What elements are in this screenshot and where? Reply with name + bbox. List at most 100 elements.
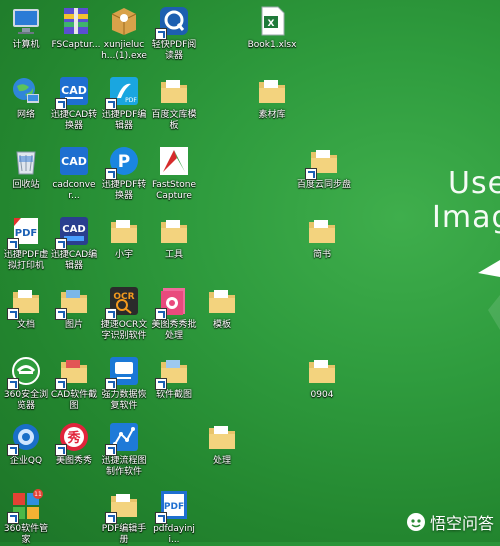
pdf-printer-desktop-icon[interactable]: PDF 迅捷PDF虚拟打印机 — [0, 214, 52, 272]
xiaoyu-folder-desktop-icon[interactable]: 小宇 — [98, 214, 150, 261]
browser360-desktop-icon[interactable]: 360安全浏览器 — [0, 354, 52, 412]
folder-0904-desktop-icon[interactable]: 0904 — [296, 354, 348, 401]
shortcut-arrow-icon — [55, 308, 67, 320]
svg-text:CAD: CAD — [62, 224, 85, 235]
icon-label: 工具 — [164, 250, 183, 260]
icon-label: xunjieluch...(1).exe — [101, 40, 147, 61]
manager360-desktop-icon[interactable]: 11 360软件管家 — [0, 488, 52, 546]
shortcut-arrow-icon — [155, 378, 167, 390]
qq-desktop-icon[interactable]: 企业QQ — [0, 420, 52, 467]
icon-label: 企业QQ — [9, 456, 43, 466]
icon-label: 模板 — [212, 320, 231, 330]
pdfdayin-desktop-icon[interactable]: PDF pdfdayinji... — [148, 488, 200, 546]
wallpaper-text-line2: Imag — [432, 200, 500, 235]
icon-label: 素材库 — [258, 110, 286, 120]
wendang-folder-desktop-icon[interactable]: 文档 — [0, 284, 52, 331]
desktop: Use Imag 计算机 网络 回收站 PDF 迅捷PDF虚拟打印机 文档 36… — [0, 0, 500, 545]
cad-editor-desktop-icon[interactable]: CAD 迅捷CAD编辑器 — [48, 214, 100, 272]
svg-text:CAD: CAD — [61, 84, 87, 97]
icon-label: 小宇 — [114, 250, 133, 260]
icon-label: 美图秀秀 — [55, 456, 92, 466]
shortcut-arrow-icon — [105, 308, 117, 320]
icon-label: FSCaptur... — [51, 40, 101, 50]
icon-label: 文档 — [16, 320, 35, 330]
icon-label: pdfdayinji... — [153, 524, 195, 545]
meitu-desktop-icon[interactable]: 秀 美图秀秀 — [48, 420, 100, 467]
icon-label: 图片 — [64, 320, 83, 330]
jianshu-folder-desktop-icon[interactable]: 简书 — [296, 214, 348, 261]
shortcut-arrow-icon — [305, 168, 317, 180]
software-screenshot-folder-desktop-icon[interactable]: 软件截图 — [148, 354, 200, 401]
shortcut-arrow-icon — [55, 98, 67, 110]
folder-icon — [209, 290, 235, 313]
moban-folder-desktop-icon[interactable]: 模板 — [196, 284, 248, 331]
meitu-batch-desktop-icon[interactable]: 美图秀秀批处理 — [148, 284, 200, 342]
folder-icon — [309, 220, 335, 243]
pdf-editor-desktop-icon[interactable]: PDF 迅捷PDF编辑器 — [98, 74, 150, 132]
cad-converter-desktop-icon[interactable]: CAD 迅捷CAD转换器 — [48, 74, 100, 132]
icon-label: 轻快PDF阅读器 — [151, 40, 197, 61]
wukong-logo-icon — [406, 513, 425, 531]
cadconver-desktop-icon[interactable]: CAD cadconver... — [48, 144, 100, 202]
cad-screenshot-folder-desktop-icon[interactable]: CAD软件截图 — [48, 354, 100, 412]
shortcut-arrow-icon — [155, 308, 167, 320]
svg-text:PDF: PDF — [125, 97, 137, 104]
shortcut-arrow-icon — [105, 512, 117, 524]
shortcut-arrow-icon — [7, 444, 19, 456]
xunjie-exe-desktop-icon[interactable]: xunjieluch...(1).exe — [98, 4, 150, 62]
sucaiku-folder-desktop-icon[interactable]: 素材库 — [246, 74, 298, 121]
icon-label: 捷速OCR文字识别软件 — [100, 320, 148, 341]
icon-label: 百度云同步盘 — [296, 180, 351, 190]
baidu-wenku-folder-desktop-icon[interactable]: 百度文库模板 — [148, 74, 200, 132]
wallpaper-arrow-shape — [478, 260, 500, 330]
shortcut-arrow-icon — [55, 238, 67, 250]
shortcut-arrow-icon — [105, 98, 117, 110]
fscapture-desktop-icon[interactable]: FSCaptur... — [50, 4, 102, 51]
installer-package-icon — [111, 8, 137, 35]
icon-label: 软件截图 — [155, 390, 192, 400]
network-globe-icon — [13, 78, 39, 103]
icon-label: 迅捷PDF编辑器 — [101, 110, 147, 131]
icon-label: 0904 — [310, 390, 334, 400]
tupian-folder-desktop-icon[interactable]: 图片 — [48, 284, 100, 331]
data-recovery-desktop-icon[interactable]: 强力数据恢复软件 — [98, 354, 150, 412]
folder-icon — [209, 426, 235, 449]
shortcut-arrow-icon — [7, 378, 19, 390]
baidu-pan-folder-desktop-icon[interactable]: 百度云同步盘 — [296, 144, 352, 191]
svg-text:11: 11 — [34, 491, 42, 498]
icon-label: FastStone Capture — [151, 180, 197, 201]
svg-text:CAD: CAD — [61, 155, 87, 168]
icon-label: 360软件管家 — [3, 524, 49, 545]
ocr-desktop-icon[interactable]: OCR 捷速OCR文字识别软件 — [98, 284, 150, 342]
svg-text:P: P — [118, 152, 130, 172]
shortcut-arrow-icon — [105, 168, 117, 180]
faststone-desktop-icon[interactable]: FastStone Capture — [148, 144, 200, 202]
svg-text:PDF: PDF — [164, 502, 184, 512]
gongju-folder-desktop-icon[interactable]: 工具 — [148, 214, 200, 261]
shortcut-arrow-icon — [7, 308, 19, 320]
chuli-folder-desktop-icon[interactable]: 处理 — [196, 420, 248, 467]
shortcut-arrow-icon — [105, 378, 117, 390]
pdf-manual-folder-desktop-icon[interactable]: PDF编辑手册 — [98, 488, 150, 546]
cad-icon: CAD — [60, 147, 88, 175]
shortcut-arrow-icon — [55, 378, 67, 390]
flowchart-desktop-icon[interactable]: 迅捷流程图制作软件 — [98, 420, 150, 478]
shortcut-arrow-icon — [7, 238, 19, 250]
folder-icon — [259, 80, 285, 103]
book1-xlsx-desktop-icon[interactable]: X Book1.xlsx — [246, 4, 298, 51]
recycle-bin-desktop-icon[interactable]: 回收站 — [0, 144, 52, 191]
pdf-converter-desktop-icon[interactable]: P 迅捷PDF转换器 — [98, 144, 150, 202]
qingkuai-pdf-desktop-icon[interactable]: 轻快PDF阅读器 — [148, 4, 200, 62]
network-desktop-icon[interactable]: 网络 — [0, 74, 52, 121]
icon-label: 处理 — [212, 456, 231, 466]
wallpaper-text-line1: Use — [448, 166, 500, 201]
watermark: 悟空问答 — [406, 510, 494, 534]
computer-desktop-icon[interactable]: 计算机 — [0, 4, 52, 51]
shortcut-arrow-icon — [105, 444, 117, 456]
icon-label: 美图秀秀批处理 — [151, 320, 197, 341]
svg-text:X: X — [268, 19, 275, 29]
icon-label: 百度文库模板 — [151, 110, 197, 131]
computer-icon — [13, 9, 39, 34]
faststone-capture-icon — [160, 147, 188, 175]
shortcut-arrow-icon — [155, 28, 167, 40]
